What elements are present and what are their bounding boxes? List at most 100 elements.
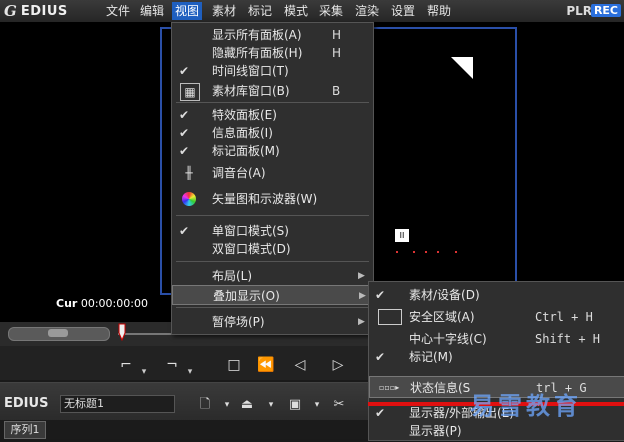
menu-mode[interactable]: 模式 — [281, 2, 311, 20]
menu-capture[interactable]: 采集 — [316, 2, 346, 20]
menu-item-pause-field[interactable]: 暂停场(P) ▶ — [172, 312, 373, 332]
menu-item-bin-window[interactable]: ▦ 素材库窗口(B) B — [172, 81, 373, 101]
marker-dot — [455, 251, 457, 253]
cur-label: Cur — [56, 297, 78, 310]
menu-item-timeline-window[interactable]: ✔ 时间线窗口(T) — [172, 61, 373, 81]
new-project-icon[interactable]: 🗋 — [196, 396, 214, 414]
step-back-icon[interactable]: ◁ — [290, 355, 310, 375]
menu-item-show-all-panels[interactable]: 显示所有面板(A) H — [172, 25, 373, 45]
menu-item-vectorscope[interactable]: 矢量图和示波器(W) — [172, 189, 373, 209]
status-info-icon: ▫▫▫▸ — [379, 383, 400, 392]
view-menu-dropdown: 显示所有面板(A) H 隐藏所有面板(H) H ✔ 时间线窗口(T) ▦ 素材库… — [171, 22, 374, 335]
open-project-icon[interactable]: ⏏ — [238, 396, 256, 414]
menu-item-label: 时间线窗口(T) — [212, 64, 289, 78]
menu-item-info-panel[interactable]: ✔ 信息面板(I) — [172, 123, 373, 143]
menu-view[interactable]: 视图 — [172, 2, 203, 20]
rewind-icon[interactable]: ⏪ — [256, 355, 276, 375]
watermark-text: 易雪教育 — [470, 392, 582, 420]
menu-item-layout[interactable]: 布局(L) ▶ — [172, 266, 373, 286]
submenu-arrow-icon: ▶ — [358, 271, 365, 281]
set-out-icon[interactable]: ¬ — [162, 355, 182, 375]
marker-dot — [413, 251, 415, 253]
submenu-item-marker[interactable]: ✔ 标记(M) — [369, 346, 624, 368]
menu-item-label: 标记面板(M) — [212, 144, 280, 158]
submenu-item-label: 状态信息(S — [410, 381, 471, 395]
shortcut-label: B — [332, 84, 341, 98]
in-dropdown-icon[interactable]: ▾ — [140, 362, 148, 382]
marker-dot — [425, 251, 427, 253]
out-dropdown-icon[interactable]: ▾ — [186, 362, 194, 382]
logo-mark-icon: G — [4, 2, 17, 20]
current-timecode: Cur 00:00:00:00 — [56, 297, 148, 310]
menu-item-hide-all-panels[interactable]: 隐藏所有面板(H) H — [172, 43, 373, 63]
menu-item-label: 暂停场(P) — [212, 315, 265, 329]
vectorscope-icon — [182, 192, 196, 206]
menu-item-label: 显示所有面板(A) — [212, 28, 302, 42]
pause-marker-icon: II — [395, 229, 409, 242]
set-in-icon[interactable]: ⌐ — [116, 355, 136, 375]
submenu-item-label: 安全区域(A) — [409, 310, 475, 324]
mixer-icon: ╫ — [185, 166, 193, 180]
menu-item-label: 素材库窗口(B) — [212, 84, 290, 98]
shortcut-label: H — [332, 46, 342, 60]
menu-clip[interactable]: 素材 — [209, 2, 239, 20]
check-icon: ✔ — [375, 350, 386, 364]
shortcut-label: Ctrl + H — [535, 310, 593, 324]
project-name-field[interactable]: 无标题1 — [60, 395, 175, 413]
menu-item-label: 单窗口模式(S) — [212, 224, 289, 238]
submenu-arrow-icon: ▶ — [359, 291, 366, 301]
menu-item-label: 矢量图和示波器(W) — [212, 192, 318, 206]
save-dropdown-icon[interactable]: ▾ — [308, 396, 326, 414]
menu-file[interactable]: 文件 — [103, 2, 133, 20]
menu-item-marker-panel[interactable]: ✔ 标记面板(M) — [172, 141, 373, 161]
menu-item-audio-mixer[interactable]: ╫ 调音台(A) — [172, 163, 373, 183]
menu-separator — [176, 102, 369, 103]
shuttle-slider-thumb[interactable] — [48, 329, 68, 337]
save-icon[interactable]: ▣ — [286, 396, 304, 414]
menubar — [0, 0, 624, 23]
menu-marker[interactable]: 标记 — [245, 2, 275, 20]
new-dropdown-icon[interactable]: ▾ — [218, 396, 236, 414]
app-name: EDIUS — [20, 3, 68, 19]
menu-settings[interactable]: 设置 — [388, 2, 418, 20]
submenu-item-clip-device[interactable]: ✔ 素材/设备(D) — [369, 284, 624, 306]
menu-help[interactable]: 帮助 — [424, 2, 454, 20]
menu-item-dual-mode[interactable]: 双窗口模式(D) — [172, 239, 373, 259]
menu-item-label: 布局(L) — [212, 269, 253, 283]
stop-icon[interactable]: □ — [224, 355, 244, 375]
menu-edit[interactable]: 编辑 — [137, 2, 167, 20]
menu-item-label: 调音台(A) — [212, 166, 266, 180]
position-bar[interactable] — [118, 333, 178, 335]
menu-item-label: 信息面板(I) — [212, 126, 273, 140]
menu-item-effects-panel[interactable]: ✔ 特效面板(E) — [172, 105, 373, 125]
submenu-item-label: 标记(M) — [409, 350, 453, 364]
menu-separator — [176, 261, 369, 262]
open-dropdown-icon[interactable]: ▾ — [262, 396, 280, 414]
menu-item-single-mode[interactable]: ✔ 单窗口模式(S) — [172, 221, 373, 241]
edius-label: EDIUS — [4, 396, 49, 411]
submenu-arrow-icon: ▶ — [358, 317, 365, 327]
safe-area-icon — [378, 309, 402, 325]
submenu-item-label: 素材/设备(D) — [409, 288, 480, 302]
marker-dot — [396, 251, 398, 253]
menu-item-overlay[interactable]: 叠加显示(O) ▶ — [172, 285, 373, 305]
check-icon: ✔ — [179, 224, 190, 238]
tab-sequence1[interactable]: 序列1 — [4, 421, 46, 439]
player-monitor[interactable] — [0, 22, 178, 322]
menu-item-label: 双窗口模式(D) — [212, 242, 291, 256]
marker-dot — [437, 251, 439, 253]
check-icon: ✔ — [179, 108, 190, 122]
safe-area-frame-right — [372, 27, 517, 295]
app-logo: G EDIUS — [4, 2, 68, 20]
check-icon: ✔ — [179, 64, 190, 78]
play-icon[interactable]: ▷ — [328, 355, 348, 375]
bin-icon: ▦ — [180, 83, 200, 101]
shortcut-label: H — [332, 28, 342, 42]
cut-icon[interactable]: ✂ — [330, 396, 348, 414]
check-icon: ✔ — [179, 144, 190, 158]
rec-label[interactable]: REC — [590, 4, 621, 17]
menu-render[interactable]: 渲染 — [352, 2, 382, 20]
plr-label[interactable]: PLR — [566, 4, 592, 18]
submenu-item-safe-area[interactable]: 安全区域(A) Ctrl + H — [369, 306, 624, 328]
playhead-icon[interactable] — [118, 323, 126, 341]
